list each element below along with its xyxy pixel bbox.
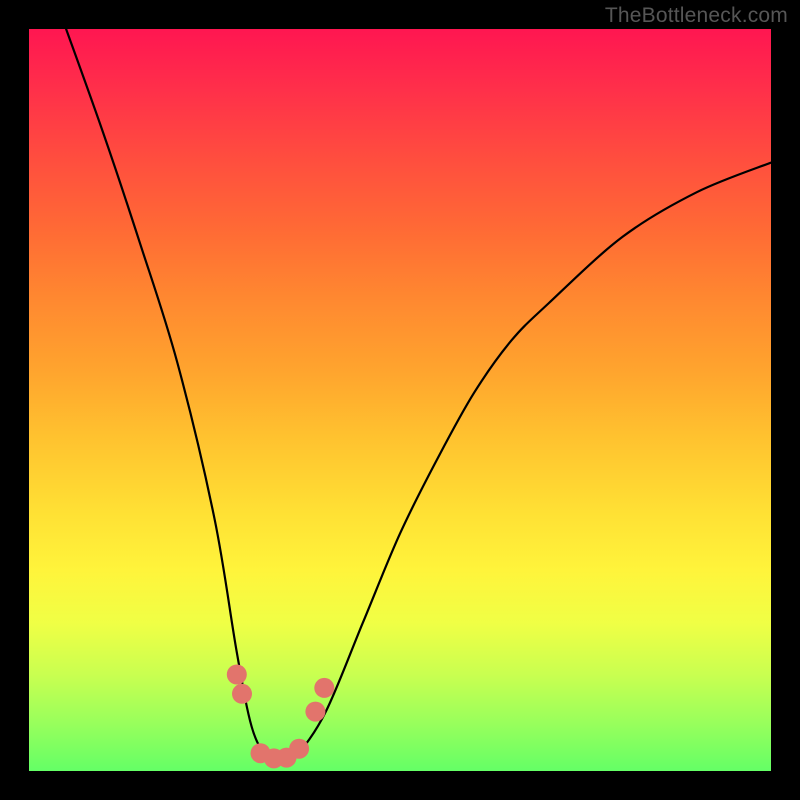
plot-area — [29, 29, 771, 771]
floor-marker-4 — [289, 739, 309, 759]
chart-frame: TheBottleneck.com — [0, 0, 800, 800]
right-marker-lower — [305, 702, 325, 722]
left-marker-lower — [232, 684, 252, 704]
right-marker-upper — [314, 678, 334, 698]
bottleneck-curve — [66, 29, 771, 764]
watermark-text: TheBottleneck.com — [605, 4, 788, 28]
curve-layer — [29, 29, 771, 771]
left-marker-upper — [227, 665, 247, 685]
curve-markers — [227, 665, 334, 769]
